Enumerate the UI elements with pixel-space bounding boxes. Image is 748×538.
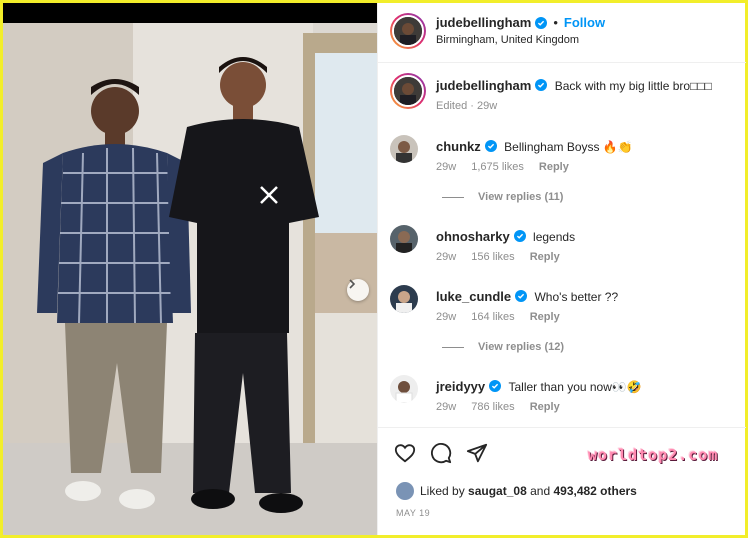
- header-title-row: judebellingham • Follow: [436, 15, 605, 30]
- watermark: worldtop2.com: [588, 446, 719, 464]
- comment-likes[interactable]: 1,675 likes: [471, 161, 524, 173]
- like-button[interactable]: [394, 442, 416, 469]
- comment-username[interactable]: luke_cundle: [436, 289, 511, 304]
- comment-age: 29w: [436, 311, 457, 323]
- comment-likes[interactable]: 164 likes: [471, 311, 514, 323]
- commenter-avatar-image: [390, 225, 418, 253]
- comment-text: Taller than you now👀🤣: [508, 380, 642, 394]
- next-image-button[interactable]: [347, 279, 369, 301]
- verified-badge-icon: [489, 380, 502, 392]
- post-image[interactable]: [3, 3, 377, 535]
- comment-age: 29w: [436, 251, 457, 263]
- send-icon: [466, 443, 488, 463]
- liked-by-and: and: [530, 484, 551, 498]
- header-separator: •: [553, 15, 558, 30]
- post-sidebar: judebellingham • Follow Birmingham, Unit…: [377, 3, 746, 535]
- comment-text: Who's better ??: [534, 290, 619, 304]
- comment-button[interactable]: [430, 442, 452, 469]
- follow-button[interactable]: Follow: [564, 15, 605, 30]
- comment-username[interactable]: chunkz: [436, 139, 481, 154]
- verified-badge-icon: [484, 140, 497, 152]
- caption-avatar-image: [394, 77, 422, 105]
- liked-by-prefix: Liked by: [420, 484, 465, 498]
- reply-button[interactable]: Reply: [530, 401, 560, 413]
- post-header: judebellingham • Follow Birmingham, Unit…: [378, 3, 746, 63]
- comment-avatar[interactable]: [390, 375, 418, 403]
- chevron-right-icon: [349, 279, 356, 289]
- heart-icon: [394, 444, 416, 463]
- post-date[interactable]: MAY 19: [396, 508, 430, 518]
- comment-text: legends: [533, 230, 576, 244]
- commenter-avatar-image: [390, 375, 418, 403]
- author-username[interactable]: judebellingham: [436, 15, 531, 30]
- likes-count[interactable]: 493,482 others: [553, 484, 636, 498]
- verified-badge-icon: [515, 290, 528, 302]
- location-link[interactable]: Birmingham, United Kingdom: [436, 34, 579, 46]
- view-replies-button[interactable]: View replies (11): [442, 191, 563, 203]
- liked-by-row: Liked by saugat_08 and 493,482 others: [396, 482, 637, 500]
- reply-button[interactable]: Reply: [530, 311, 560, 323]
- photo-illustration: [3, 3, 377, 535]
- comment-username[interactable]: jreidyyy: [436, 379, 485, 394]
- commenter-avatar-image: [390, 135, 418, 163]
- reply-button[interactable]: Reply: [530, 251, 560, 263]
- comment-avatar[interactable]: [390, 135, 418, 163]
- verified-badge-icon: [513, 230, 526, 242]
- liker-avatar[interactable]: [396, 482, 414, 500]
- post-actions: worldtop2.com Liked by saugat_08 and 493…: [378, 427, 746, 535]
- verified-badge-icon: [535, 16, 548, 29]
- comment-age: 29w: [436, 161, 457, 173]
- caption-edited: Edited · 29w: [436, 100, 498, 112]
- liked-by-user[interactable]: saugat_08: [468, 484, 527, 498]
- comment-username[interactable]: ohnosharky: [436, 229, 510, 244]
- caption-text: Back with my big little bro□□□: [554, 79, 712, 93]
- comment-age: 29w: [436, 401, 457, 413]
- comment-likes[interactable]: 156 likes: [471, 251, 514, 263]
- reply-button[interactable]: Reply: [539, 161, 569, 173]
- comment-text: Bellingham Boyss 🔥👏: [504, 140, 633, 154]
- comment-avatar[interactable]: [390, 285, 418, 313]
- author-avatar[interactable]: [390, 13, 426, 49]
- share-button[interactable]: [466, 442, 488, 469]
- comment-icon: [431, 443, 452, 464]
- commenter-avatar-image: [390, 285, 418, 313]
- comment-likes[interactable]: 786 likes: [471, 401, 514, 413]
- author-avatar-image: [394, 17, 422, 45]
- caption-username[interactable]: judebellingham: [436, 78, 531, 93]
- comment-avatar[interactable]: [390, 225, 418, 253]
- view-replies-button[interactable]: View replies (12): [442, 341, 564, 353]
- caption-avatar[interactable]: [390, 73, 426, 109]
- verified-badge-icon: [535, 79, 548, 91]
